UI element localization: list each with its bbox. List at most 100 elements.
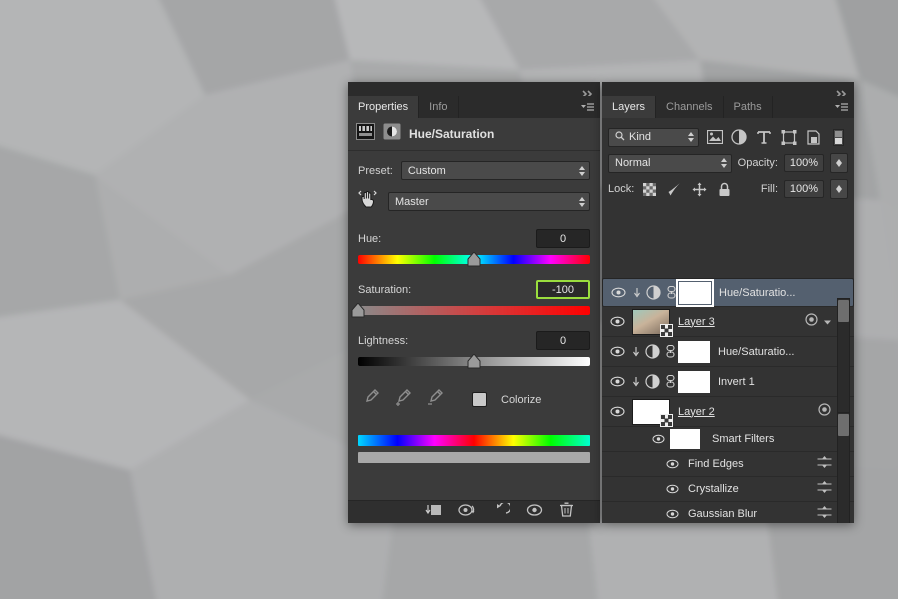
lock-position-icon[interactable] [690,180,709,199]
layer-thumbnail[interactable] [632,308,673,337]
channel-value: Master [395,195,429,208]
layer-name[interactable]: Invert 1 [718,376,755,388]
toggle-layer-visibility-icon[interactable] [526,503,543,522]
opacity-field[interactable]: 100% [784,154,824,172]
smart-filters-visibility-icon[interactable] [648,434,668,444]
smart-filters-mask-thumbnail[interactable] [670,429,700,449]
chevron-down-icon[interactable] [823,313,832,331]
eyedropper-subtract-icon[interactable] [426,388,444,411]
layer-list[interactable]: Hue/Saturatio... Layer 3 Hue/Saturatio..… [602,278,854,523]
mask-link-icon[interactable] [662,345,678,358]
reset-adjustment-icon[interactable] [493,500,512,522]
lightness-slider-track[interactable] [358,353,590,369]
channel-select[interactable]: Master [388,192,590,211]
collapse-panel-icon[interactable] [836,85,848,98]
smart-filter-crystallize[interactable]: Crystallize [602,477,854,502]
layers-dock-bar [602,82,854,98]
chevron-updown-icon [579,196,585,207]
smart-filter-find-edges[interactable]: Find Edges [602,452,854,477]
filter-enable-toggle-icon[interactable] [829,128,848,147]
lightness-value: 0 [559,334,567,347]
layer-row-layer-2[interactable]: Layer 2 [602,397,854,427]
layer-name[interactable]: Layer 3 [678,316,715,328]
hue-slider-thumb[interactable] [467,251,481,267]
filter-shape-layers-icon[interactable] [780,128,799,147]
layer-row-layer-3[interactable]: Layer 3 [602,307,854,337]
fill-field[interactable]: 100% [784,180,824,198]
layer-thumbnail[interactable] [632,398,673,427]
hue-value-field[interactable]: 0 [536,229,590,248]
filter-adjustment-layers-icon[interactable] [730,128,749,147]
tab-layers[interactable]: Layers [602,96,657,118]
layer-group-scrollbar-lower[interactable] [837,412,850,523]
smart-filter-gaussian-blur-layer-2[interactable]: Gaussian Blur [602,502,854,523]
layer-visibility-icon[interactable] [606,316,628,327]
filter-name[interactable]: Find Edges [688,458,744,470]
layer-mask-thumbnail[interactable] [678,340,710,363]
layer-visibility-icon[interactable] [606,406,628,417]
colorize-label: Colorize [501,393,542,406]
eyedropper-add-icon[interactable] [394,388,412,411]
chevron-updown-icon [836,185,842,193]
lock-transparent-pixels-icon[interactable] [640,180,659,199]
filter-blending-options-icon[interactable] [817,455,832,473]
saturation-slider-track[interactable] [351,302,590,318]
panel-menu-icon[interactable] [579,101,595,113]
tab-properties[interactable]: Properties [348,96,420,118]
panel-menu-icon[interactable] [833,101,849,113]
saturation-slider-thumb[interactable] [351,302,365,318]
filter-name[interactable]: Crystallize [688,483,739,495]
filter-pixel-layers-icon[interactable] [705,128,724,147]
layer-row-hue-saturation-2[interactable]: Hue/Saturatio... [602,337,854,367]
smart-filters-row-layer-2[interactable]: Smart Filters [602,427,854,452]
mask-link-icon[interactable] [663,286,679,299]
filter-kind-select[interactable]: Kind [608,127,700,147]
saturation-value-field[interactable]: -100 [536,280,590,299]
layer-visibility-icon[interactable] [606,346,628,357]
layer-mask-thumbnail[interactable] [678,370,710,393]
layer-name[interactable]: Hue/Saturatio... [718,346,794,358]
tab-info[interactable]: Info [419,96,459,118]
search-icon [615,130,625,144]
preset-select[interactable]: Custom [400,161,590,180]
lock-image-pixels-icon[interactable] [665,180,684,199]
layer-group-scrollbar-upper[interactable] [837,298,850,414]
view-previous-state-icon[interactable] [458,503,477,522]
filter-kind-label: Kind [629,131,652,143]
tab-paths[interactable]: Paths [723,96,773,118]
opacity-stepper[interactable] [830,153,848,173]
lightness-value-field[interactable]: 0 [536,331,590,350]
filter-visibility-icon[interactable] [662,509,682,519]
collapse-panel-icon[interactable] [582,85,594,98]
layer-mask-thumbnail[interactable] [676,278,714,307]
filter-visibility-icon[interactable] [662,459,682,469]
layer-visibility-icon[interactable] [606,376,628,387]
scrollbar-thumb[interactable] [838,414,849,436]
scrollbar-thumb[interactable] [838,300,849,322]
lock-all-icon[interactable] [715,180,734,199]
eyedropper-icon[interactable] [362,388,380,411]
delete-adjustment-icon[interactable] [559,502,574,522]
tab-channels[interactable]: Channels [656,96,724,118]
fill-stepper[interactable] [830,179,848,199]
clip-to-layer-icon[interactable] [425,503,442,522]
smart-object-badge-icon [660,413,673,427]
lightness-slider-thumb[interactable] [467,353,481,369]
filter-name[interactable]: Gaussian Blur [688,508,757,520]
filter-type-layers-icon[interactable] [755,128,774,147]
layer-effects-icon[interactable] [818,402,832,421]
filter-smart-object-icon[interactable] [804,128,823,147]
colorize-checkbox[interactable] [472,392,487,407]
filter-blending-options-icon[interactable] [817,505,832,523]
layer-row-invert-1[interactable]: Invert 1 [602,367,854,397]
filter-blending-options-icon[interactable] [817,480,832,498]
filter-visibility-icon[interactable] [662,484,682,494]
blend-mode-select[interactable]: Normal [608,153,732,173]
layer-name[interactable]: Layer 2 [678,406,715,418]
layer-effects-icon[interactable] [805,312,819,331]
layer-name[interactable]: Hue/Saturatio... [719,287,795,299]
mask-link-icon[interactable] [662,375,678,388]
layer-row-hue-saturation-top[interactable]: Hue/Saturatio... [602,278,854,307]
layer-visibility-icon[interactable] [607,287,629,298]
hue-slider-track[interactable] [358,251,590,267]
